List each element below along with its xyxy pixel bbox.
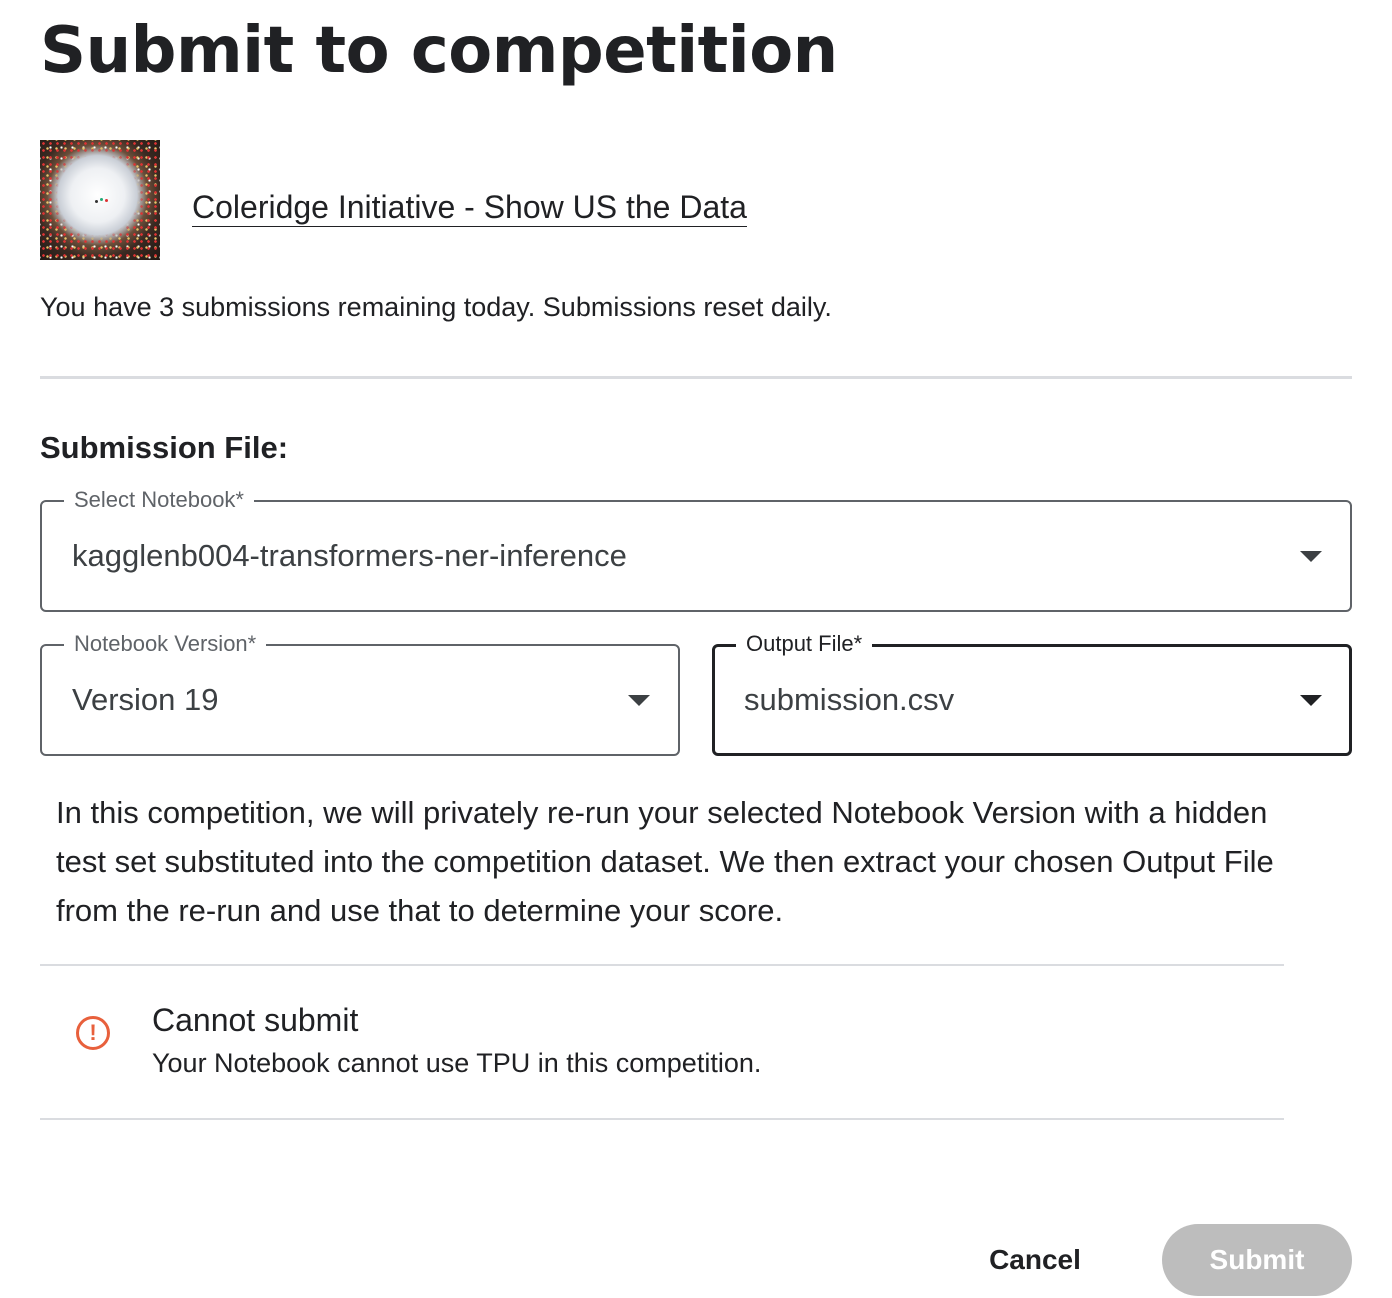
output-file-value: submission.csv <box>744 682 955 717</box>
alert-message: Your Notebook cannot use TPU in this com… <box>152 1048 762 1078</box>
output-file-dropdown[interactable]: Output File* submission.csv <box>712 630 1352 756</box>
select-notebook-label: Select Notebook* <box>64 486 254 514</box>
chevron-down-icon <box>1300 551 1322 562</box>
rerun-explanation: In this competition, we will privately r… <box>56 795 1274 928</box>
alert-circle-icon: ! <box>76 1016 110 1050</box>
submit-button[interactable]: Submit <box>1162 1224 1352 1296</box>
divider <box>40 376 1352 379</box>
competition-thumbnail <box>40 140 160 260</box>
chevron-down-icon <box>1300 695 1322 706</box>
select-notebook-value: kagglenb004-transformers-ner-inference <box>72 538 627 573</box>
submissions-remaining-text: You have 3 submissions remaining today. … <box>40 292 832 322</box>
cancel-button[interactable]: Cancel <box>968 1228 1102 1292</box>
divider <box>40 964 1284 966</box>
notebook-version-value: Version 19 <box>72 682 219 717</box>
competition-link[interactable]: Coleridge Initiative - Show US the Data <box>192 188 747 227</box>
select-notebook-dropdown[interactable]: Select Notebook* kagglenb004-transformer… <box>40 486 1352 612</box>
notebook-version-label: Notebook Version* <box>64 630 267 658</box>
output-file-label: Output File* <box>736 630 873 658</box>
dialog-title: Submit to competition <box>40 14 838 88</box>
submission-file-label: Submission File: <box>40 430 289 465</box>
divider <box>40 1118 1284 1120</box>
notebook-version-dropdown[interactable]: Notebook Version* Version 19 <box>40 630 680 756</box>
chevron-down-icon <box>628 695 650 706</box>
alert-title: Cannot submit <box>152 1002 359 1038</box>
